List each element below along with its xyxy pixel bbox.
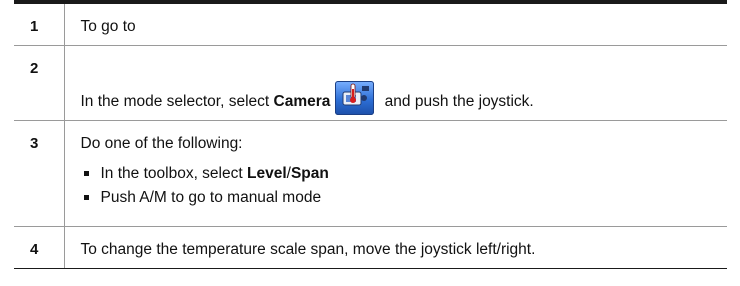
step-text: In the mode selector, select [80, 92, 274, 110]
procedure-table: 1 To go to 2 In the mode selector, selec… [14, 0, 727, 269]
bullet-text: In the toolbox, select [100, 164, 247, 182]
step-row: 2 In the mode selector, select Camera an… [14, 45, 727, 121]
step-number: 4 [14, 226, 65, 269]
camera-thermometer-icon [335, 80, 375, 115]
list-item: Push A/M to go to manual mode [81, 189, 728, 207]
step-text: To go to [64, 4, 727, 46]
step-row: 4 To change the temperature scale span, … [14, 226, 727, 269]
step-text-suffix: and push the joystick. [380, 92, 534, 110]
steps-table: 1 To go to 2 In the mode selector, selec… [14, 4, 727, 269]
mode-name: Camera [273, 92, 331, 110]
step-text: To change the temperature scale span, mo… [64, 226, 727, 269]
step-number: 3 [14, 120, 65, 227]
bullet-text: Push A/M to go to manual mode [100, 188, 322, 206]
step-content: Do one of the following: In the toolbox,… [64, 120, 728, 227]
bullet-list: In the toolbox, select Level/Span Push A… [81, 165, 728, 207]
bullet-icon [83, 194, 89, 200]
step-number: 1 [14, 4, 65, 46]
step-row: 1 To go to [14, 4, 727, 46]
list-item: In the toolbox, select Level/Span [81, 165, 728, 183]
bullet-icon [83, 170, 89, 176]
menu-item-span: Span [290, 164, 329, 182]
menu-item-level: Level [246, 164, 287, 182]
step-number: 2 [14, 45, 65, 121]
step-text: Do one of the following: [80, 134, 243, 152]
step-row: 3 Do one of the following: In the toolbo… [14, 120, 728, 227]
step-content: In the mode selector, select Camera and … [64, 45, 727, 121]
